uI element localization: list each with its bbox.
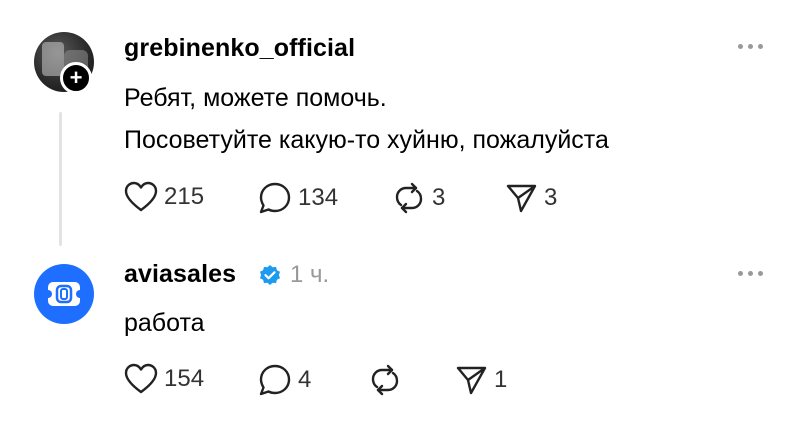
verified-badge-icon bbox=[260, 265, 280, 285]
follow-button[interactable]: + bbox=[60, 62, 92, 94]
share-count: 3 bbox=[544, 184, 558, 211]
post-text: работа bbox=[124, 309, 205, 337]
share-icon bbox=[506, 184, 537, 213]
comment-icon bbox=[259, 364, 291, 396]
more-options-button[interactable] bbox=[738, 44, 763, 49]
heart-icon bbox=[124, 363, 158, 394]
comment-count: 134 bbox=[298, 184, 339, 211]
username[interactable]: grebinenko_official bbox=[124, 34, 355, 63]
avatar[interactable] bbox=[34, 264, 94, 324]
comment-count: 4 bbox=[298, 366, 312, 393]
repost-icon bbox=[371, 364, 399, 396]
thread-line bbox=[59, 112, 62, 246]
repost-button[interactable]: 3 bbox=[392, 181, 445, 215]
dot bbox=[738, 271, 743, 276]
heart-icon bbox=[124, 181, 158, 212]
post-text-line: Ребят, можете помочь. bbox=[124, 84, 387, 112]
share-count: 1 bbox=[494, 366, 508, 393]
share-button[interactable]: 1 bbox=[454, 363, 507, 397]
like-button[interactable]: 154 bbox=[124, 363, 204, 395]
dot bbox=[758, 44, 763, 49]
share-icon bbox=[456, 366, 487, 395]
like-count: 154 bbox=[164, 365, 205, 392]
post-grebinenko: + grebinenko_official Ребят, можете помо… bbox=[0, 0, 800, 250]
repost-icon bbox=[395, 182, 423, 214]
like-count: 215 bbox=[164, 183, 205, 210]
aviasales-logo-icon bbox=[44, 282, 84, 306]
dot bbox=[738, 44, 743, 49]
repost-count: 3 bbox=[432, 184, 446, 211]
dot bbox=[758, 271, 763, 276]
more-options-button[interactable] bbox=[738, 271, 763, 276]
share-button[interactable]: 3 bbox=[504, 181, 557, 215]
post-aviasales: aviasales 1 ч. работа 154 4 1 bbox=[0, 250, 800, 421]
repost-button[interactable] bbox=[368, 363, 408, 397]
dot bbox=[748, 44, 753, 49]
comment-icon bbox=[259, 182, 291, 214]
comment-button[interactable]: 134 bbox=[258, 181, 338, 215]
comment-button[interactable]: 4 bbox=[258, 363, 311, 397]
post-timestamp: 1 ч. bbox=[290, 261, 330, 288]
like-button[interactable]: 215 bbox=[124, 181, 204, 213]
username[interactable]: aviasales bbox=[124, 260, 236, 289]
post-text-line: Посоветуйте какую-то хуйню, пожалуйста bbox=[124, 126, 609, 154]
dot bbox=[748, 271, 753, 276]
plus-icon: + bbox=[69, 65, 83, 90]
